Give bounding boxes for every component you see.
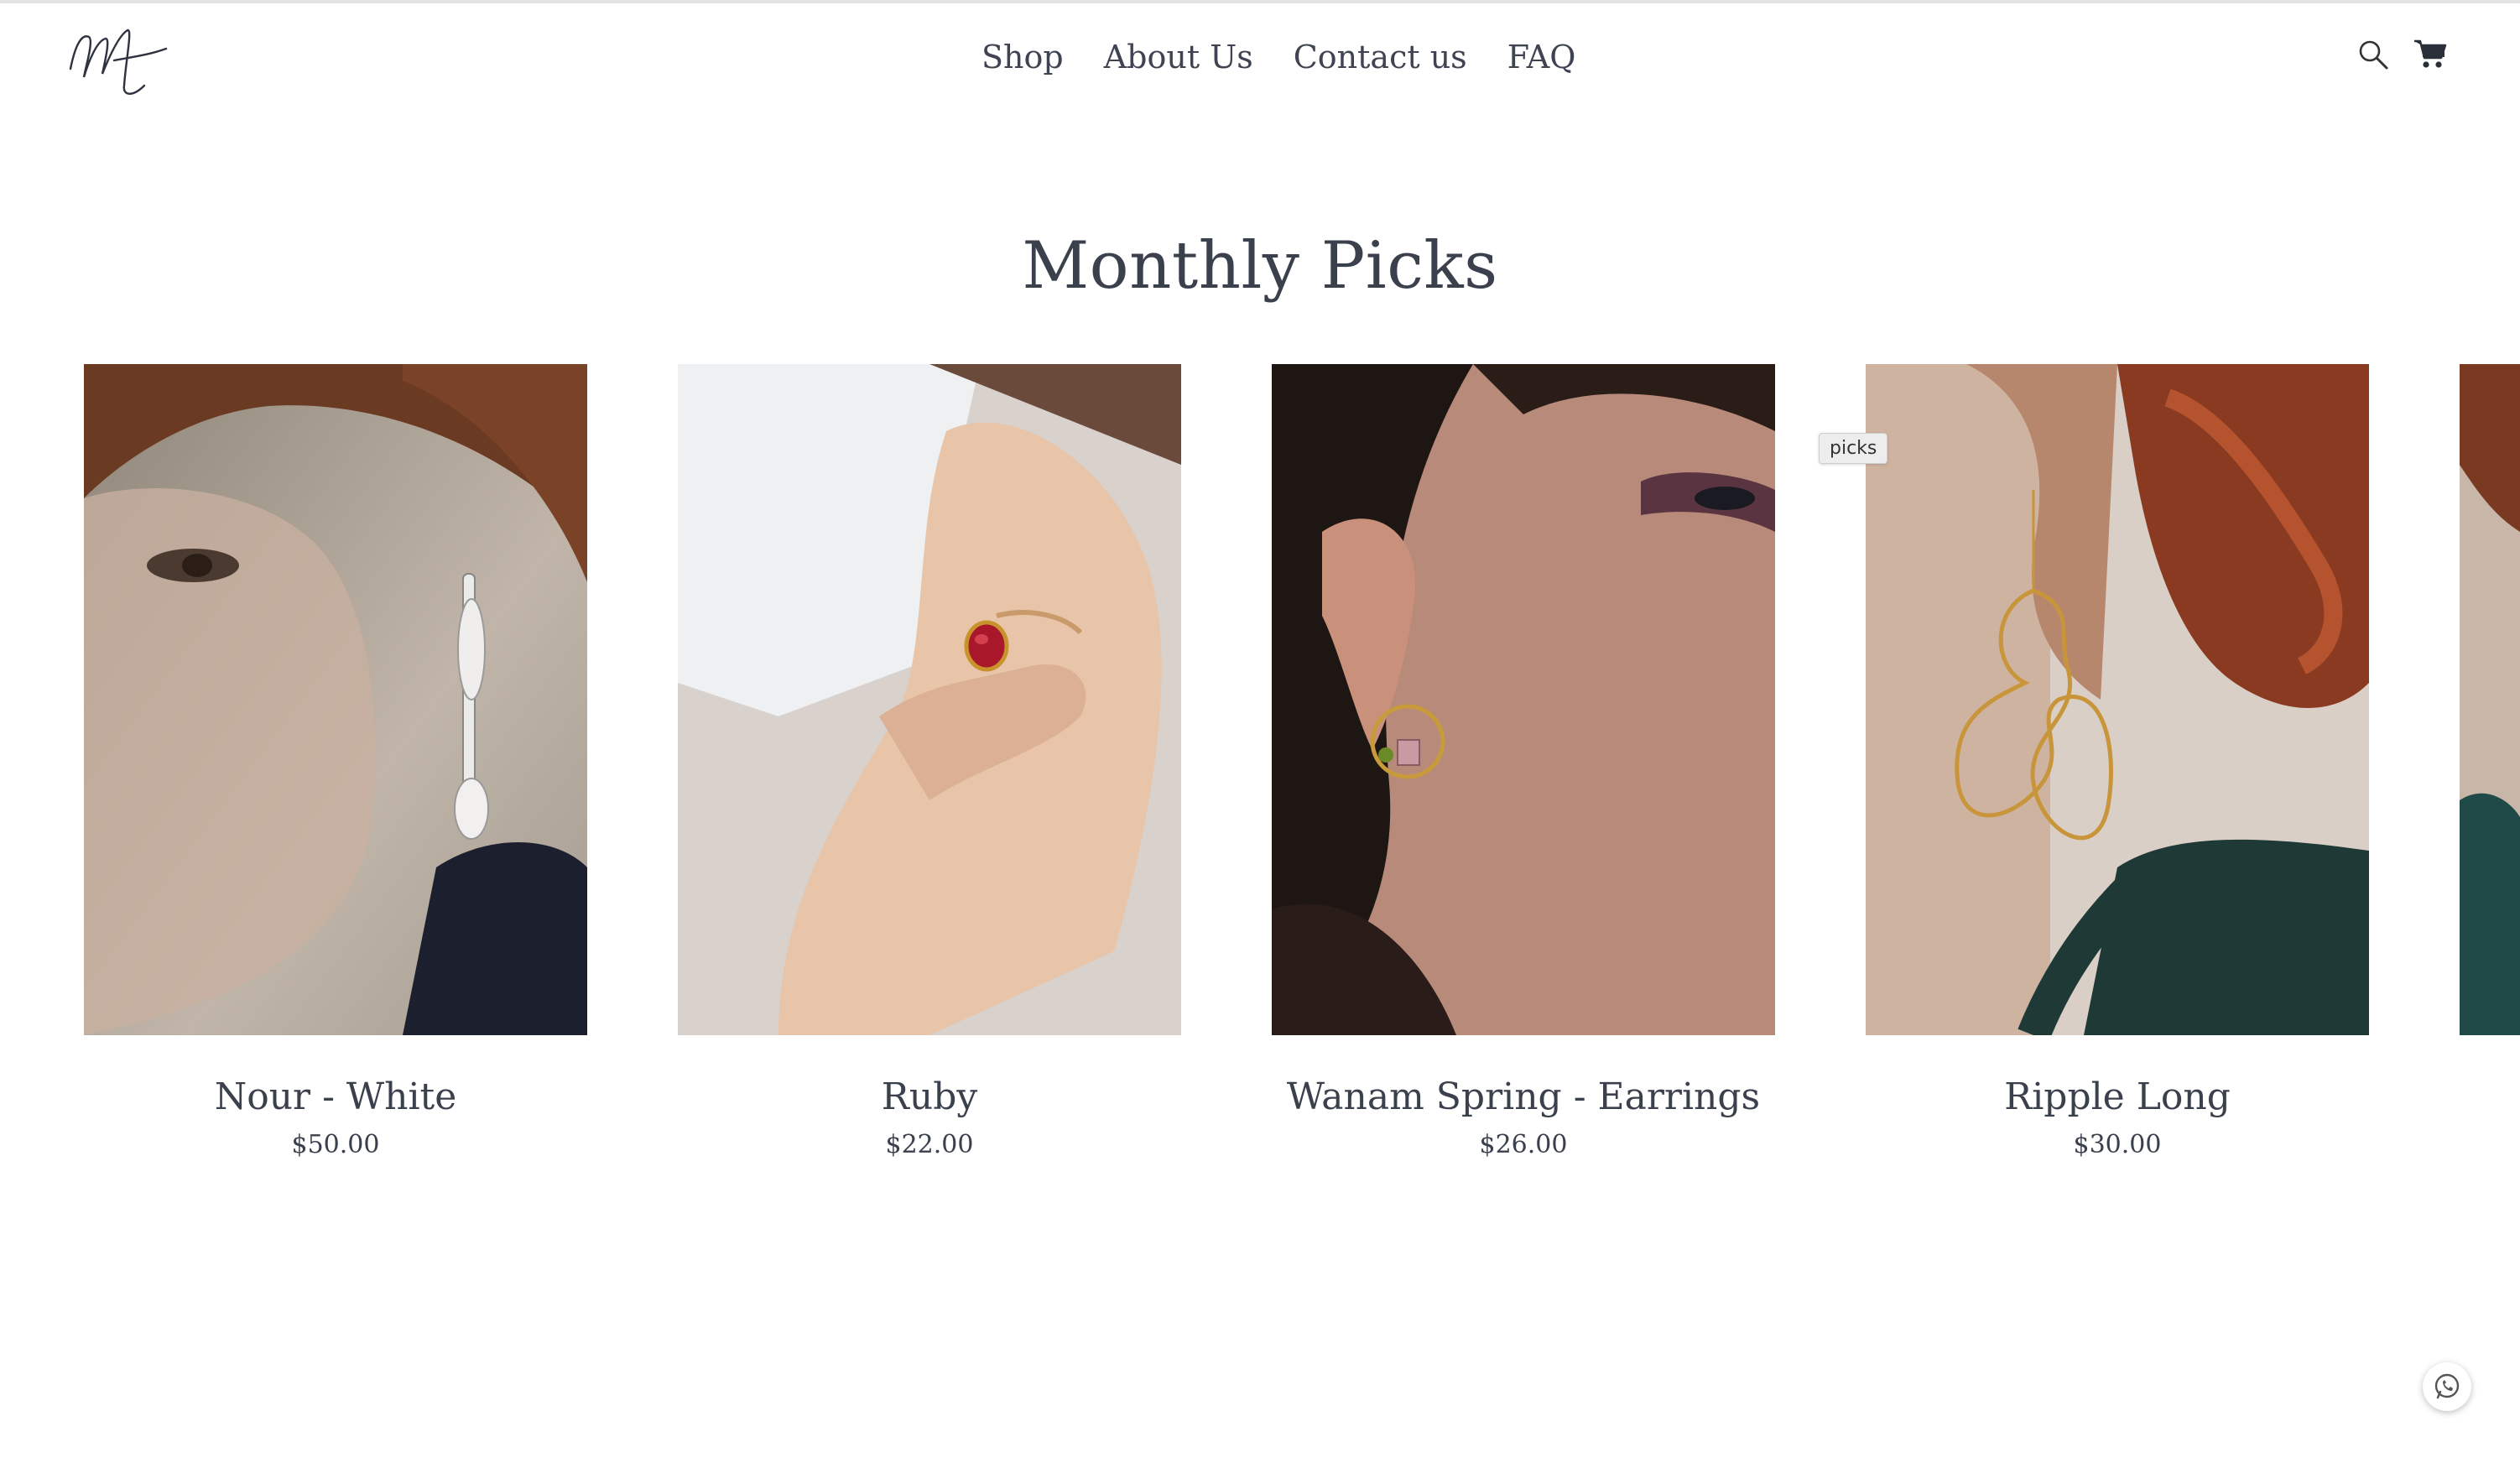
logo-signature-icon: [69, 29, 168, 95]
product-name[interactable]: Wanam Spring - Earrings: [1272, 1075, 1775, 1118]
product-card[interactable]: Ruby $22.00: [678, 364, 1181, 1159]
header-icons: [2356, 37, 2448, 72]
product-name[interactable]: Ruby: [678, 1075, 1181, 1118]
product-price: $22.00: [885, 1130, 974, 1159]
product-image[interactable]: [1866, 364, 2369, 1035]
product-card[interactable]: Wanam Spring - Earrings $26.00: [1272, 364, 1775, 1159]
search-icon[interactable]: [2356, 37, 2391, 72]
nav-about-us[interactable]: About Us: [1104, 39, 1253, 76]
product-image[interactable]: [1272, 364, 1775, 1035]
product-name[interactable]: Nour - White: [84, 1075, 587, 1118]
product-card-partial[interactable]: [2460, 364, 2520, 1035]
product-card[interactable]: Ripple Long $30.00: [1866, 364, 2369, 1159]
nav-shop[interactable]: Shop: [981, 39, 1064, 76]
product-card[interactable]: Nour - White $50.00: [84, 364, 587, 1159]
whatsapp-icon[interactable]: [2423, 1362, 2471, 1411]
nav-contact-us[interactable]: Contact us: [1294, 39, 1467, 76]
section-title: Monthly Picks: [1022, 228, 1498, 304]
main-nav: Shop About Us Contact us FAQ: [981, 39, 1575, 76]
hover-tooltip: picks: [1819, 433, 1888, 464]
product-image[interactable]: [84, 364, 587, 1035]
product-carousel: Nour - White $50.00 Ruby $22.00 Wanam Sp…: [84, 364, 2520, 1203]
product-image[interactable]: [2460, 364, 2520, 1035]
product-name[interactable]: Ripple Long: [1866, 1075, 2369, 1118]
site-header: Shop About Us Contact us FAQ: [0, 3, 2520, 121]
page: Shop About Us Contact us FAQ Monthly Pic…: [0, 0, 2520, 1458]
product-price: $50.00: [291, 1130, 380, 1159]
cart-icon[interactable]: [2413, 37, 2448, 72]
brand-logo[interactable]: [64, 18, 173, 101]
product-image[interactable]: [678, 364, 1181, 1035]
nav-faq[interactable]: FAQ: [1507, 39, 1576, 76]
product-price: $30.00: [2073, 1130, 2162, 1159]
product-price: $26.00: [1479, 1130, 1568, 1159]
